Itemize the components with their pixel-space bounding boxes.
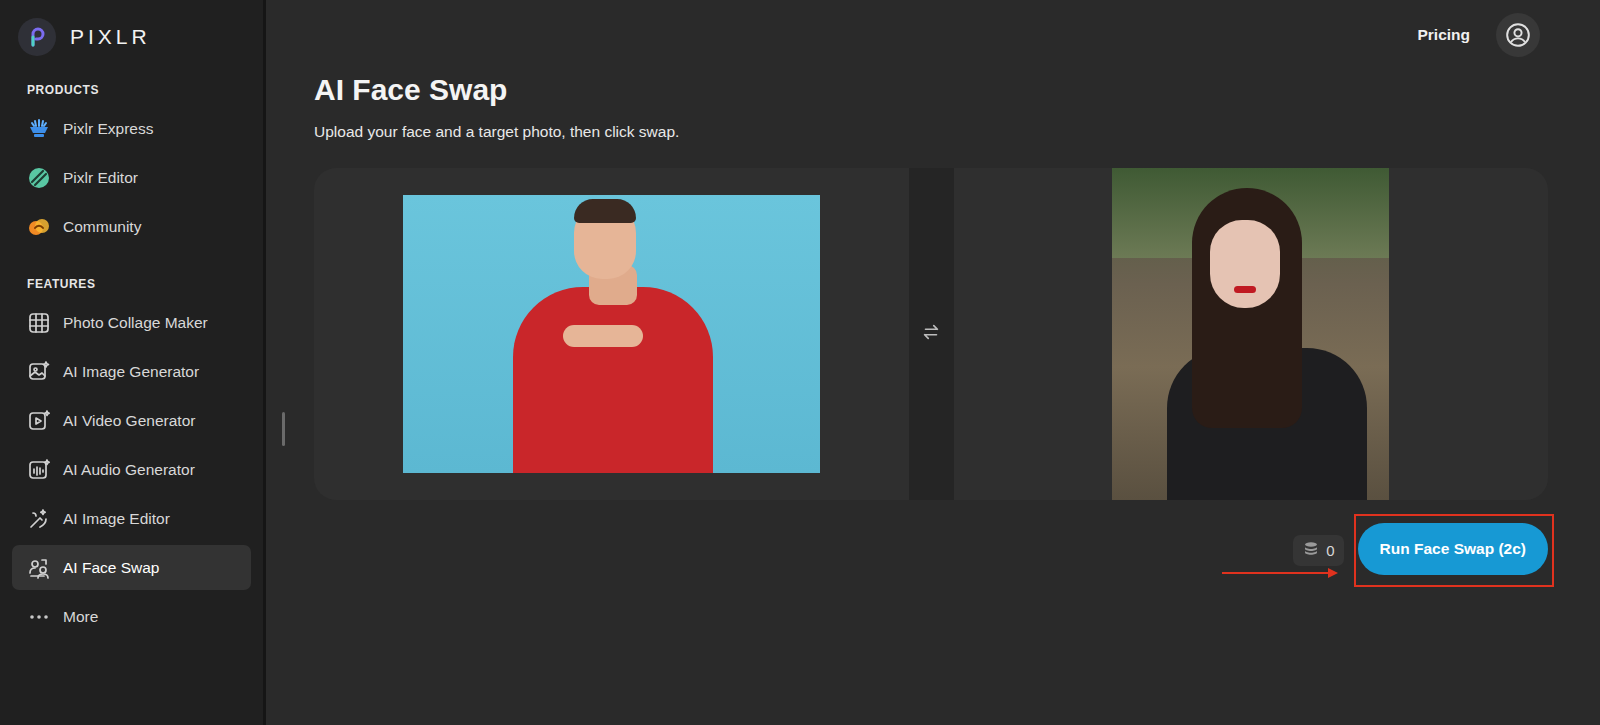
face-swap-icon (26, 555, 52, 581)
page-subtitle: Upload your face and a target photo, the… (314, 122, 1548, 142)
sidebar-item[interactable]: AI Video Generator (12, 398, 251, 443)
sidebar-item-label: Photo Collage Maker (63, 314, 208, 332)
credit-count: 0 (1326, 542, 1334, 559)
sidebar-item-label: Community (63, 218, 141, 236)
sidebar-item[interactable]: Pixlr Express (12, 106, 251, 151)
sidebar-item-label: AI Video Generator (63, 412, 195, 430)
sidebar-item[interactable]: AI Image Editor (12, 496, 251, 541)
pricing-link[interactable]: Pricing (1417, 26, 1470, 44)
video-generator-icon (26, 408, 52, 434)
credit-balance: 0 (1293, 535, 1343, 566)
logo-text: PIXLR (70, 25, 151, 49)
collage-icon (26, 310, 52, 336)
run-face-swap-button[interactable]: Run Face Swap (2c) (1358, 523, 1548, 575)
sidebar-item-label: More (63, 608, 98, 626)
image-editor-icon (26, 506, 52, 532)
audio-generator-icon (26, 457, 52, 483)
coins-icon (1302, 540, 1320, 561)
more-icon (26, 604, 52, 630)
page-title: AI Face Swap (314, 72, 1548, 108)
express-icon (26, 116, 52, 142)
sidebar-item[interactable]: Pixlr Editor (12, 155, 251, 200)
sidebar: PIXLR PRODUCTS Pixlr Express Pixlr Editor Co… (0, 0, 266, 725)
community-icon (26, 214, 52, 240)
sidebar-item[interactable]: AI Image Generator (12, 349, 251, 394)
swap-icon[interactable] (920, 321, 942, 347)
sidebar-item-label: AI Audio Generator (63, 461, 195, 479)
sidebar-item-label: Pixlr Express (63, 120, 153, 138)
section-title: FEATURES (12, 277, 251, 291)
topbar: Pricing (266, 0, 1600, 70)
sidebar-item[interactable]: AI Audio Generator (12, 447, 251, 492)
upload-panel (314, 168, 1548, 500)
user-icon[interactable] (1496, 13, 1540, 57)
sidebar-list: Pixlr Express Pixlr Editor Community (12, 106, 251, 253)
main-area: Pricing AI Face Swap Upload your face and … (266, 0, 1600, 725)
swap-divider (909, 168, 954, 500)
logo[interactable]: PIXLR (12, 14, 251, 57)
sidebar-item[interactable]: More (12, 594, 251, 639)
sidebar-resize-handle[interactable] (282, 412, 285, 446)
sidebar-item-label: AI Image Generator (63, 363, 199, 381)
action-row: 0 Run Face Swap (2c) (314, 514, 1548, 587)
target-slot[interactable] (954, 168, 1549, 500)
sidebar-item-label: AI Image Editor (63, 510, 170, 528)
sidebar-list: Photo Collage Maker AI Image Generator AI … (12, 300, 251, 643)
image-generator-icon (26, 359, 52, 385)
section-title: PRODUCTS (12, 83, 251, 97)
source-photo[interactable] (403, 195, 820, 473)
sidebar-item-label: AI Face Swap (63, 559, 160, 577)
sidebar-item[interactable]: Photo Collage Maker (12, 300, 251, 345)
pixlr-logo-icon (18, 18, 56, 56)
source-slot[interactable] (314, 168, 909, 500)
arrow-icon (1222, 565, 1340, 577)
sidebar-item[interactable]: Community (12, 204, 251, 249)
editor-icon (26, 165, 52, 191)
sidebar-item[interactable]: AI Face Swap (12, 545, 251, 590)
highlight-box: Run Face Swap (2c) (1354, 514, 1554, 587)
sidebar-item-label: Pixlr Editor (63, 169, 138, 187)
content: AI Face Swap Upload your face and a targe… (266, 70, 1600, 587)
target-photo[interactable] (1112, 168, 1389, 500)
